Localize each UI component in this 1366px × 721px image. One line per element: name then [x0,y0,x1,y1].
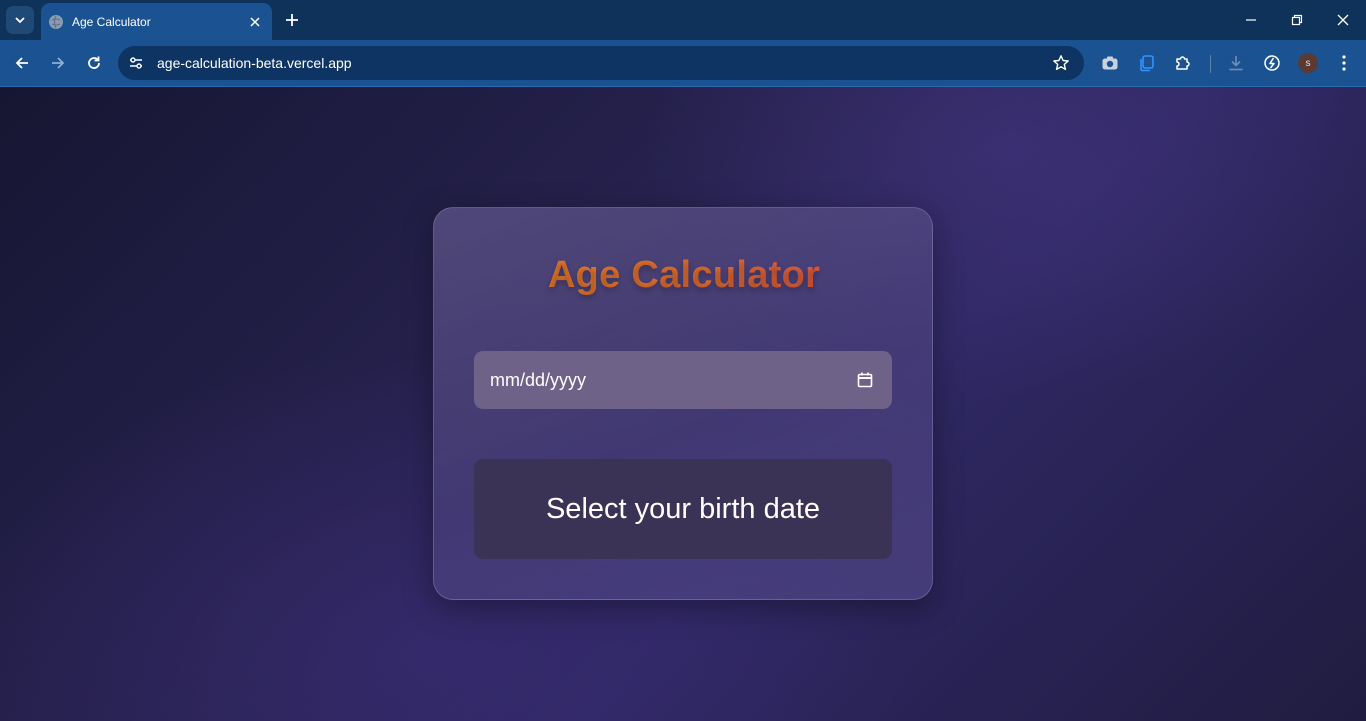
chevron-down-icon [15,17,25,24]
reload-icon [88,56,100,69]
camera-extension-button[interactable] [1097,50,1123,76]
close-icon [250,16,260,27]
close-window-button[interactable] [1328,5,1358,35]
copy-extension-button[interactable] [1134,50,1160,76]
puzzle-icon [1176,56,1190,70]
result-text: Select your birth date [545,492,821,525]
page-background: Age Calculator mm/dd/yyyy Select your bi… [0,87,1366,721]
toolbar-separator [1210,55,1211,73]
profile-avatar[interactable]: s [1298,53,1318,73]
forward-button[interactable] [45,50,71,76]
browser-menu-button[interactable] [1331,50,1357,76]
url-text[interactable]: age-calculation-beta.vercel.app [157,55,1046,71]
browser-tab-bar: Age Calculator [0,0,1366,40]
bookmark-button[interactable] [1046,48,1076,78]
arrow-right-icon [52,57,65,69]
download-icon [1229,56,1243,71]
new-tab-button[interactable] [280,8,304,32]
minimize-icon [1246,19,1256,21]
result-panel: Select your birth date [474,459,892,559]
kebab-menu-icon [1342,55,1346,71]
globe-icon [49,14,63,29]
star-icon [1053,55,1069,71]
tab-title: Age Calculator [72,14,151,29]
downloads-button[interactable] [1223,50,1249,76]
arrow-left-icon [15,57,28,69]
site-info-button[interactable] [124,51,148,75]
calendar-icon[interactable] [854,369,876,391]
tune-icon [130,57,142,69]
camera-icon [1102,56,1118,70]
tab-search-button[interactable] [6,6,34,34]
speedometer-icon [1264,55,1280,71]
calculator-card: Age Calculator mm/dd/yyyy Select your bi… [433,207,933,600]
plus-icon [286,14,298,26]
page-title: Age Calculator [434,254,934,297]
birth-date-input[interactable]: mm/dd/yyyy [474,351,892,409]
minimize-button[interactable] [1236,5,1266,35]
browser-tab-active[interactable]: Age Calculator [41,3,272,40]
browser-toolbar: age-calculation-beta.vercel.app s [0,40,1366,87]
performance-button[interactable] [1259,50,1285,76]
restore-button[interactable] [1282,5,1312,35]
copy-icon [1140,55,1154,72]
tab-close-button[interactable] [244,11,266,33]
close-icon [1337,14,1349,26]
address-bar[interactable]: age-calculation-beta.vercel.app [118,46,1084,80]
restore-icon [1291,14,1303,26]
date-placeholder: mm/dd/yyyy [490,369,587,390]
reload-button[interactable] [81,50,107,76]
extensions-button[interactable] [1170,50,1196,76]
back-button[interactable] [9,50,35,76]
